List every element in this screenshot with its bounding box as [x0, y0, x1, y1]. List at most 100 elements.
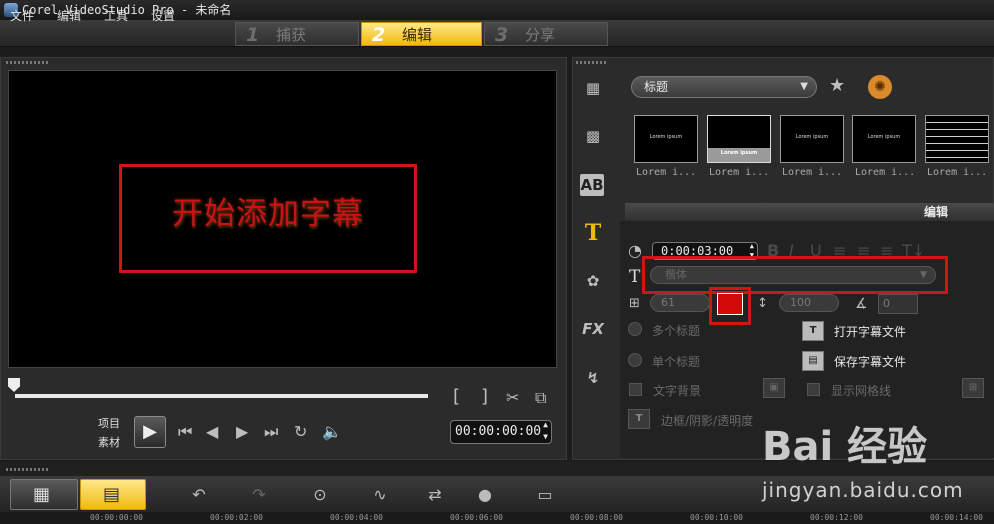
line-spacing-value: 100 [790, 296, 811, 309]
font-icon: T [629, 267, 641, 287]
timeline-view-button[interactable]: ▦ [10, 479, 78, 510]
title-thumbnail[interactable]: Lorem ipsum [852, 115, 916, 163]
multi-title-radio[interactable] [628, 322, 642, 336]
category-dropdown[interactable]: 标题 ▼ [631, 76, 817, 98]
text-background-icon[interactable]: ▣ [763, 378, 785, 398]
tab-capture-label: 捕获 [276, 26, 307, 44]
tab-edit[interactable]: 2 编辑 [361, 22, 482, 46]
menu-tools[interactable]: 工具 [104, 7, 128, 24]
text-background-checkbox[interactable] [629, 383, 642, 396]
border-shadow-icon[interactable]: T [628, 409, 650, 429]
category-value: 标题 [644, 80, 669, 94]
add-favorite-icon[interactable]: ★ [829, 77, 845, 95]
save-subtitle-icon[interactable]: ▤ [802, 351, 824, 371]
repeat-icon[interactable]: ↻ [294, 423, 307, 441]
sound-mixer-icon[interactable]: ∿ [365, 481, 395, 509]
timecode-value: 00:00:00:00 [455, 424, 542, 439]
home-icon[interactable]: ⏮ [178, 423, 192, 441]
record-capture-icon[interactable]: ⊙ [305, 481, 335, 509]
volume-icon[interactable]: 🔈 [322, 423, 342, 441]
tab-share[interactable]: 3 分享 [484, 22, 608, 46]
title-thumbnail[interactable]: Lorem ipsum [707, 115, 771, 163]
title-ab-icon[interactable]: AB [580, 174, 604, 196]
thumbnail-preview-text: Lorem ipsum [720, 150, 758, 156]
text-background-label: 文字背景 [653, 384, 702, 398]
clock-icon: ◔ [628, 241, 642, 260]
trim-end-icon[interactable]: ] [481, 388, 488, 406]
open-subtitle-button[interactable]: 打开字幕文件 [834, 323, 906, 340]
subtitle-editor-icon[interactable]: ▭ [530, 481, 560, 509]
thumbnail-preview-text: Lorem ipsum [867, 134, 901, 140]
thumbnail-label: Lorem i... [855, 167, 916, 178]
font-size-value: 61 [661, 296, 675, 309]
play-button[interactable]: ▶ [134, 416, 166, 448]
mode-project-label[interactable]: 项目 [98, 415, 120, 431]
title-thumbnail[interactable]: Lorem ipsum [780, 115, 844, 163]
media-icon[interactable]: ▦ [580, 77, 606, 99]
ruler-tick: 00:00:12:00 [810, 513, 863, 522]
mode-clip-label[interactable]: 素材 [98, 434, 120, 450]
watermark-url: jingyan.baidu.com [762, 478, 964, 502]
auto-music-icon[interactable]: ⇄ [420, 481, 450, 509]
graphic-icon[interactable]: ✿ [580, 270, 606, 292]
timecode-field[interactable]: 00:00:00:00 ▲ ▼ [450, 420, 552, 444]
edit-panel-header[interactable]: 编辑 [625, 203, 994, 221]
undo-icon[interactable]: ↶ [186, 481, 212, 509]
angle-value: 0 [883, 297, 890, 310]
title-thumbnail[interactable]: Lorem ipsum [634, 115, 698, 163]
tab-edit-label: 编辑 [402, 26, 433, 44]
show-grid-checkbox[interactable] [807, 383, 820, 396]
line-spacing-icon: ↕ [757, 296, 768, 311]
redo-icon[interactable]: ↷ [246, 481, 272, 509]
color-highlight-box [709, 287, 751, 325]
thumbnail-label: Lorem i... [782, 167, 843, 178]
save-subtitle-button[interactable]: 保存字幕文件 [834, 353, 906, 370]
grid-options-icon[interactable]: ⊞ [962, 378, 984, 398]
trim-start-icon[interactable]: [ [453, 388, 460, 406]
tab-capture[interactable]: 1 捕获 [235, 22, 359, 46]
scrubber-track[interactable] [15, 394, 428, 398]
menu-file[interactable]: 文件 [10, 7, 34, 24]
ruler-tick: 00:00:08:00 [570, 513, 623, 522]
line-spacing-dropdown[interactable]: 100 [779, 294, 839, 312]
font-size-icon: ⊞ [629, 296, 640, 311]
path-icon[interactable]: ↯ [580, 367, 606, 389]
multi-title-label: 多个标题 [652, 324, 701, 338]
end-icon[interactable]: ⏭ [264, 423, 278, 441]
menu-settings[interactable]: 设置 [151, 7, 175, 24]
thumbnail-label: Lorem i... [927, 167, 988, 178]
chevron-down-icon: ▼ [800, 81, 808, 92]
library-grip[interactable] [576, 61, 606, 64]
title-thumbnail[interactable] [925, 115, 989, 163]
timecode-spinner-icon[interactable]: ▲ ▼ [543, 419, 548, 443]
tab-capture-number: 1 [246, 24, 260, 46]
font-size-dropdown[interactable]: 61 [650, 294, 710, 312]
options-wheel-icon[interactable]: ✺ [868, 75, 892, 99]
watermark-brand: Bai 经验 [762, 424, 928, 470]
border-shadow-button[interactable]: 边框/阴影/透明度 [661, 412, 753, 429]
previous-frame-icon[interactable]: ◀ [206, 423, 218, 441]
menu-edit[interactable]: 编辑 [57, 7, 81, 24]
motion-track-icon[interactable]: ● [470, 481, 500, 509]
storyboard-view-button[interactable]: ▤ [80, 479, 146, 510]
angle-field[interactable]: 0 [878, 294, 918, 314]
transition-icon[interactable]: ▩ [580, 125, 606, 147]
text-t-icon[interactable]: T [580, 222, 606, 244]
single-title-label: 单个标题 [652, 355, 701, 369]
ruler-tick: 00:00:04:00 [330, 513, 383, 522]
ruler-tick: 00:00:06:00 [450, 513, 503, 522]
next-frame-icon[interactable]: ▶ [236, 423, 248, 441]
thumbnail-preview-text: Lorem ipsum [649, 134, 683, 140]
open-subtitle-icon[interactable]: T [802, 321, 824, 341]
single-title-radio[interactable] [628, 353, 642, 367]
caption-text[interactable]: 开始添加字幕 [122, 188, 414, 233]
ruler-tick: 00:00:10:00 [690, 513, 743, 522]
ruler-tick: 00:00:02:00 [210, 513, 263, 522]
toolbar-grip-dots[interactable] [6, 468, 50, 471]
thumbnail-label: Lorem i... [709, 167, 770, 178]
split-clip-icon[interactable]: ✂ [506, 389, 519, 407]
preview-grip[interactable] [6, 61, 50, 64]
fx-icon[interactable]: FX [580, 318, 606, 340]
ruler-tick: 00:00:00:00 [90, 513, 143, 522]
enlarge-icon[interactable]: ⧉ [535, 389, 546, 407]
